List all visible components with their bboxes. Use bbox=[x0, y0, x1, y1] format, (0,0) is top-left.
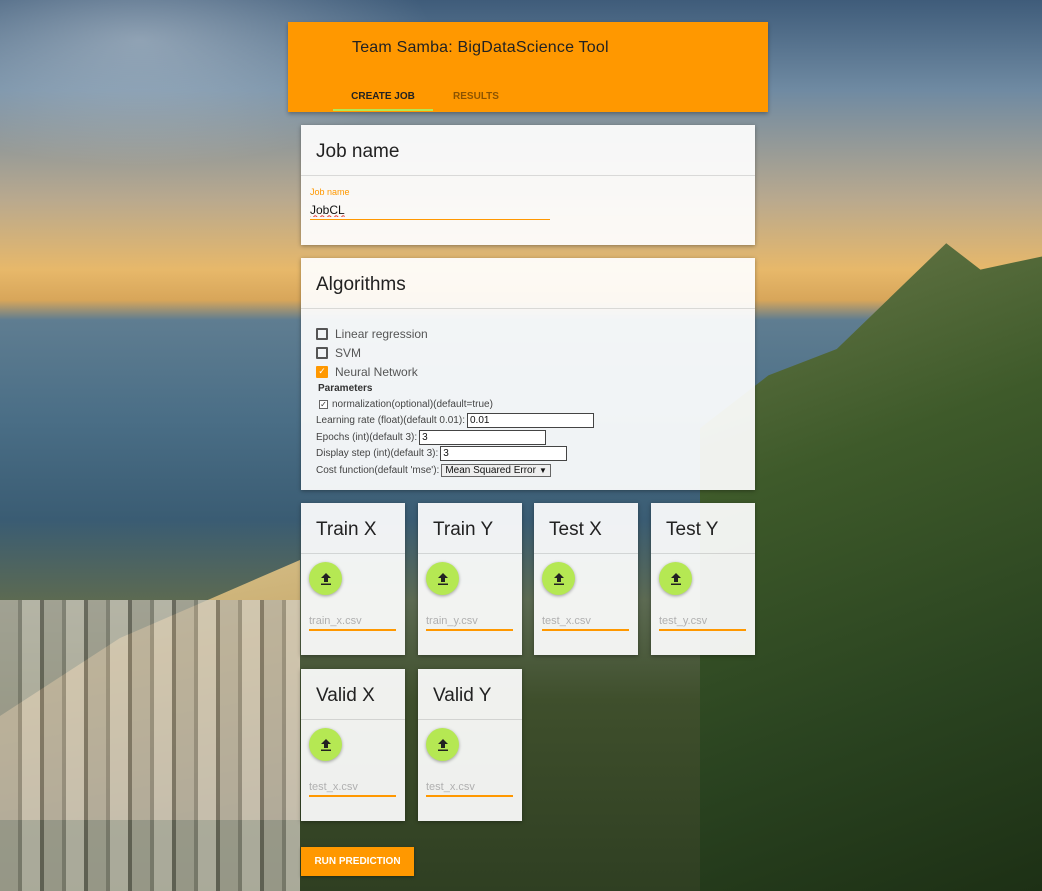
job-name-card-title: Job name bbox=[301, 125, 755, 176]
file-card-train-y: Train Y bbox=[418, 503, 522, 655]
display-step-label: Display step (int)(default 3): bbox=[316, 448, 439, 460]
file-card-valid-y: Valid Y bbox=[418, 669, 522, 821]
param-display-step: Display step (int)(default 3): bbox=[316, 446, 745, 463]
app-title: Team Samba: BigDataScience Tool bbox=[352, 39, 609, 56]
algorithm-label: Neural Network bbox=[335, 364, 418, 379]
file-card-title: Valid Y bbox=[418, 669, 522, 720]
upload-button[interactable] bbox=[542, 562, 575, 595]
upload-button[interactable] bbox=[309, 728, 342, 761]
file-name-input[interactable] bbox=[659, 613, 746, 631]
cost-function-value: Mean Squared Error bbox=[445, 464, 536, 476]
app-root: Team Samba: BigDataScience Tool CREATE J… bbox=[0, 0, 1042, 891]
file-card-train-x: Train X bbox=[301, 503, 405, 655]
file-card-test-x: Test X bbox=[534, 503, 638, 655]
chevron-down-icon: ▼ bbox=[538, 465, 547, 475]
algorithms-card-title: Algorithms bbox=[301, 258, 755, 309]
file-card-test-y: Test Y bbox=[651, 503, 755, 655]
tab-results[interactable]: RESULTS bbox=[430, 80, 522, 112]
epochs-input[interactable] bbox=[419, 429, 547, 445]
param-epochs: Epochs (int)(default 3): bbox=[316, 429, 745, 446]
upload-icon bbox=[670, 572, 681, 585]
run-prediction-button[interactable]: RUN PREDICTION bbox=[301, 847, 414, 876]
upload-button[interactable] bbox=[309, 562, 342, 595]
display-step-input[interactable] bbox=[440, 446, 568, 462]
job-name-field-label: Job name bbox=[310, 187, 350, 197]
algorithm-option-svm[interactable]: SVM bbox=[316, 343, 745, 362]
epochs-label: Epochs (int)(default 3): bbox=[316, 431, 418, 443]
file-card-valid-x: Valid X bbox=[301, 669, 405, 821]
param-normalization: ✓ normalization(optional)(default=true) bbox=[316, 396, 745, 413]
algorithm-label: SVM bbox=[335, 345, 362, 360]
file-card-title: Train X bbox=[301, 503, 405, 554]
file-name-input[interactable] bbox=[309, 779, 396, 797]
job-name-input[interactable] bbox=[310, 200, 550, 220]
param-cost-function: Cost function(default 'mse'): Mean Squar… bbox=[316, 462, 745, 479]
file-card-title: Test Y bbox=[651, 503, 755, 554]
algorithm-label: Linear regression bbox=[335, 326, 428, 341]
upload-icon bbox=[553, 572, 564, 585]
checkbox-normalization[interactable]: ✓ bbox=[319, 399, 328, 409]
job-name-card: Job name Job name bbox=[301, 125, 755, 245]
app-header: Team Samba: BigDataScience Tool CREATE J… bbox=[288, 22, 768, 112]
file-card-title: Valid X bbox=[301, 669, 405, 720]
upload-icon bbox=[320, 572, 331, 585]
cost-function-select[interactable]: Mean Squared Error ▼ bbox=[441, 463, 551, 477]
file-card-title: Train Y bbox=[418, 503, 522, 554]
upload-button[interactable] bbox=[659, 562, 692, 595]
algorithms-card: Algorithms Linear regression SVM ✓ Neura… bbox=[301, 258, 755, 490]
upload-button[interactable] bbox=[426, 728, 459, 761]
tab-create-job[interactable]: CREATE JOB bbox=[333, 80, 433, 112]
algorithms-body: Linear regression SVM ✓ Neural Network P… bbox=[316, 324, 745, 479]
file-card-title: Test X bbox=[534, 503, 638, 554]
file-name-input[interactable] bbox=[426, 779, 513, 797]
file-name-input[interactable] bbox=[426, 613, 513, 631]
checkbox-svm[interactable] bbox=[316, 346, 328, 359]
file-name-input[interactable] bbox=[309, 613, 396, 631]
parameters-heading: Parameters bbox=[318, 383, 373, 394]
upload-icon bbox=[437, 572, 448, 585]
checkbox-linear-regression[interactable] bbox=[316, 327, 328, 340]
upload-icon bbox=[437, 738, 448, 751]
algorithm-option-neural-network[interactable]: ✓ Neural Network bbox=[316, 362, 745, 381]
checkbox-neural-network[interactable]: ✓ bbox=[316, 365, 328, 378]
cost-function-label: Cost function(default 'mse'): bbox=[316, 464, 440, 476]
learning-rate-label: Learning rate (float)(default 0.01): bbox=[316, 415, 465, 427]
learning-rate-input[interactable] bbox=[466, 413, 594, 429]
file-name-input[interactable] bbox=[542, 613, 629, 631]
upload-button[interactable] bbox=[426, 562, 459, 595]
param-learning-rate: Learning rate (float)(default 0.01): bbox=[316, 413, 745, 430]
algorithm-option-linear-regression[interactable]: Linear regression bbox=[316, 324, 745, 343]
normalization-label: normalization(optional)(default=true) bbox=[332, 398, 493, 410]
upload-icon bbox=[320, 738, 331, 751]
